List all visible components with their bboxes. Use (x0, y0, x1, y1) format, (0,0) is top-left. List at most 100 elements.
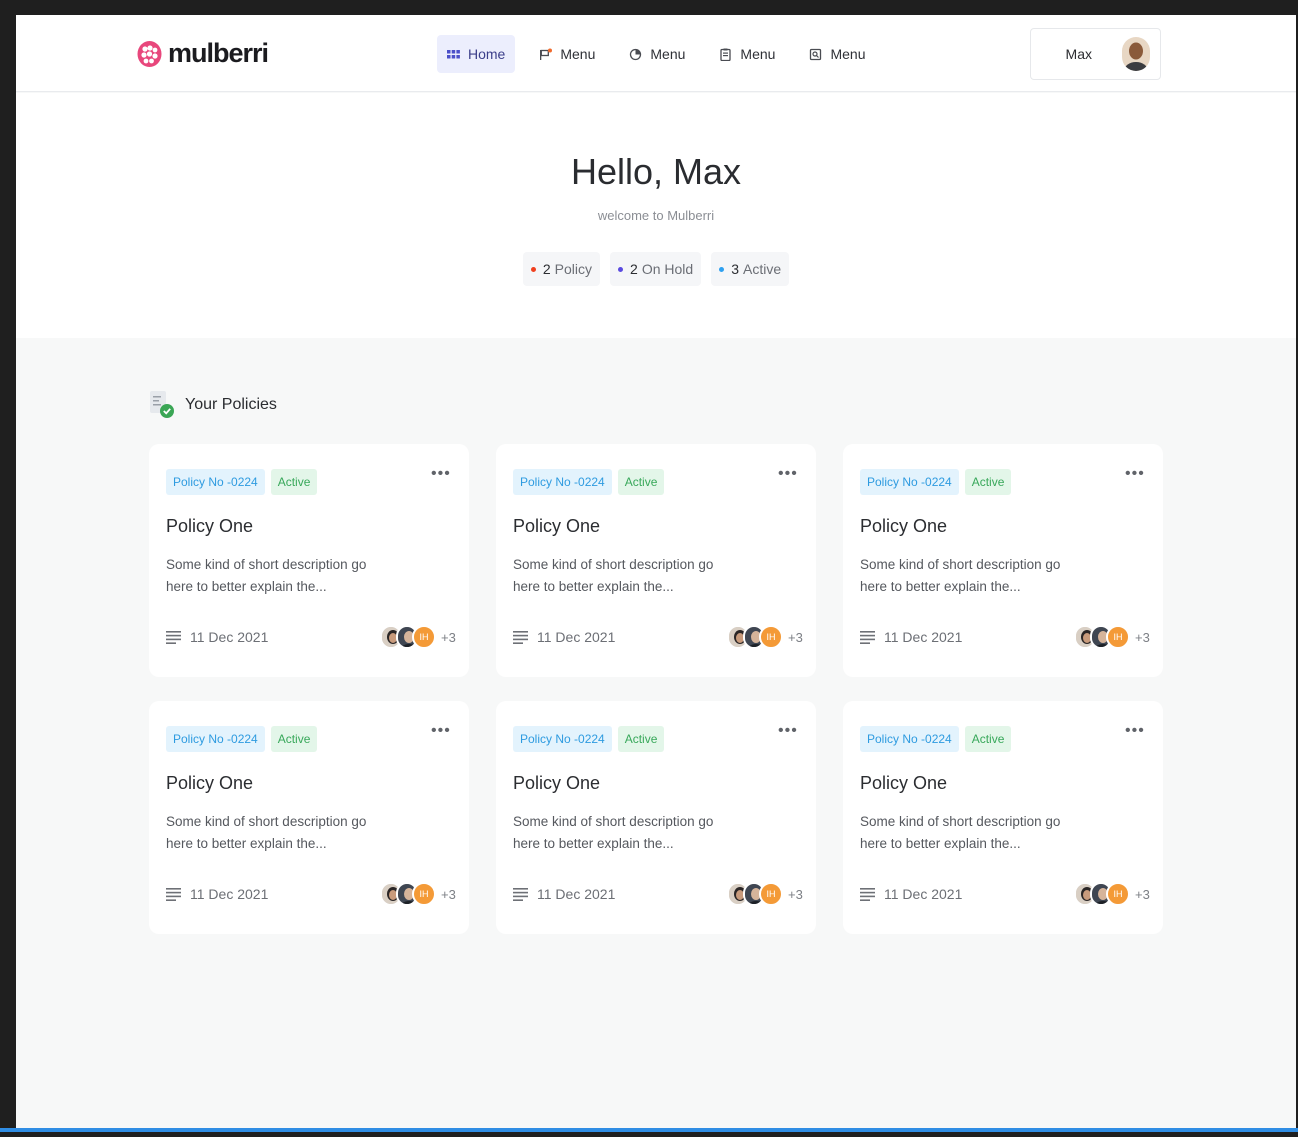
brand-name: mulberri (168, 37, 269, 68)
policy-card[interactable]: Policy No -0224 Active ••• Policy One So… (149, 444, 469, 677)
more-options-icon[interactable]: ••• (778, 721, 798, 741)
document-lines-icon (513, 630, 528, 644)
assignee-avatars[interactable]: IH +3 (1074, 625, 1150, 649)
more-options-icon[interactable]: ••• (431, 464, 451, 484)
nav-item-menu-1[interactable]: Menu (529, 35, 605, 73)
policy-date: 11 Dec 2021 (860, 886, 962, 902)
avatar-initials: IH (1106, 882, 1130, 906)
more-assignees-count: +3 (1135, 886, 1150, 902)
policy-date: 11 Dec 2021 (860, 629, 962, 645)
window-bottom-bar (0, 1128, 1298, 1132)
avatar-initials: IH (759, 625, 783, 649)
policy-title: Policy One (166, 516, 254, 536)
policy-date: 11 Dec 2021 (166, 629, 268, 645)
welcome-hero: Hello, Max welcome to Mulberri 2 Policy … (16, 93, 1296, 338)
nav-label: Menu (650, 46, 686, 62)
document-search-icon (810, 48, 822, 60)
more-options-icon[interactable]: ••• (778, 464, 798, 484)
nav-item-home[interactable]: Home (437, 35, 516, 73)
more-assignees-count: +3 (788, 629, 803, 645)
policy-date: 11 Dec 2021 (513, 886, 615, 902)
policy-card[interactable]: Policy No -0224 Active ••• Policy One So… (496, 701, 816, 934)
policy-card[interactable]: Policy No -0224 Active ••• Policy One So… (843, 701, 1163, 934)
policy-card[interactable]: Policy No -0224 Active ••• Policy One So… (496, 444, 816, 677)
flag-icon (540, 48, 553, 60)
policy-number-badge: Policy No -0224 (166, 726, 265, 752)
card-badges: Policy No -0224 Active (513, 726, 665, 752)
policy-number-badge: Policy No -0224 (513, 726, 612, 752)
policy-date: 11 Dec 2021 (513, 629, 615, 645)
more-options-icon[interactable]: ••• (431, 721, 451, 741)
policy-title: Policy One (513, 773, 601, 793)
status-badge: Active (270, 469, 318, 495)
status-dot (719, 266, 725, 272)
status-badge: Active (617, 469, 665, 495)
main-nav: Home Menu Menu Menu Menu (437, 35, 889, 73)
policy-shield-icon (150, 391, 174, 418)
nav-item-menu-2[interactable]: Menu (619, 35, 695, 73)
user-name: Max (1065, 46, 1092, 62)
status-badge: Active (270, 726, 318, 752)
policy-card[interactable]: Policy No -0224 Active ••• Policy One So… (843, 444, 1163, 677)
assignee-avatars[interactable]: IH +3 (727, 882, 803, 906)
policy-date: 11 Dec 2021 (166, 886, 268, 902)
policy-title: Policy One (860, 773, 948, 793)
more-assignees-count: +3 (441, 629, 456, 645)
document-lines-icon (860, 887, 875, 901)
avatar-initials: IH (412, 882, 436, 906)
stat-label: On Hold (641, 261, 694, 277)
user-menu[interactable]: Max (1030, 28, 1161, 80)
nav-item-menu-3[interactable]: Menu (709, 35, 785, 73)
card-badges: Policy No -0224 Active (860, 726, 1012, 752)
document-lines-icon (166, 887, 181, 901)
stat-count: 2 (630, 261, 638, 277)
date-text: 11 Dec 2021 (884, 886, 963, 902)
avatar-initials: IH (1106, 625, 1130, 649)
assignee-avatars[interactable]: IH +3 (380, 625, 456, 649)
card-badges: Policy No -0224 Active (860, 469, 1012, 495)
document-lines-icon (166, 630, 181, 644)
policy-number-badge: Policy No -0224 (513, 469, 612, 495)
policy-description: Some kind of short description go here t… (166, 814, 367, 851)
policy-grid: Policy No -0224 Active ••• Policy One So… (149, 444, 1163, 934)
section-header: Your Policies (149, 390, 277, 420)
stat-count: 3 (731, 261, 739, 277)
chart-icon (630, 48, 642, 60)
page-title: Hello, Max (570, 151, 742, 192)
assignee-avatars[interactable]: IH +3 (380, 882, 456, 906)
policy-description: Some kind of short description go here t… (513, 814, 714, 851)
nav-item-menu-4[interactable]: Menu (799, 35, 875, 73)
grid-icon (447, 49, 460, 58)
avatar-initials: IH (759, 882, 783, 906)
avatar-initials: IH (412, 625, 436, 649)
more-options-icon[interactable]: ••• (1125, 464, 1145, 484)
policy-stats: 2 Policy 2 On Hold 3 Active (16, 252, 1296, 286)
status-dot (618, 266, 624, 272)
more-assignees-count: +3 (441, 886, 456, 902)
mulberry-icon (137, 41, 162, 67)
status-badge: Active (617, 726, 665, 752)
stat-policy[interactable]: 2 Policy (522, 252, 601, 286)
date-text: 11 Dec 2021 (537, 629, 616, 645)
stat-active[interactable]: 3 Active (711, 252, 790, 286)
policy-number-badge: Policy No -0224 (860, 726, 959, 752)
more-options-icon[interactable]: ••• (1125, 721, 1145, 741)
assignee-avatars[interactable]: IH +3 (727, 625, 803, 649)
policy-card[interactable]: Policy No -0224 Active ••• Policy One So… (149, 701, 469, 934)
policy-number-badge: Policy No -0224 (860, 469, 959, 495)
brand-logo[interactable]: mulberri (137, 37, 269, 69)
nav-label: Menu (740, 46, 776, 62)
assignee-avatars[interactable]: IH +3 (1074, 882, 1150, 906)
more-assignees-count: +3 (1135, 629, 1150, 645)
date-text: 11 Dec 2021 (190, 629, 269, 645)
stat-count: 2 (542, 261, 551, 277)
nav-label: Home (468, 46, 506, 62)
clipboard-icon (720, 48, 732, 61)
policy-description: Some kind of short description go here t… (860, 814, 1061, 851)
stat-on-hold[interactable]: 2 On Hold (610, 252, 702, 286)
more-assignees-count: +3 (788, 886, 803, 902)
stat-label: Active (742, 261, 782, 277)
date-text: 11 Dec 2021 (190, 886, 269, 902)
section-title: Your Policies (185, 396, 277, 413)
card-badges: Policy No -0224 Active (513, 469, 665, 495)
